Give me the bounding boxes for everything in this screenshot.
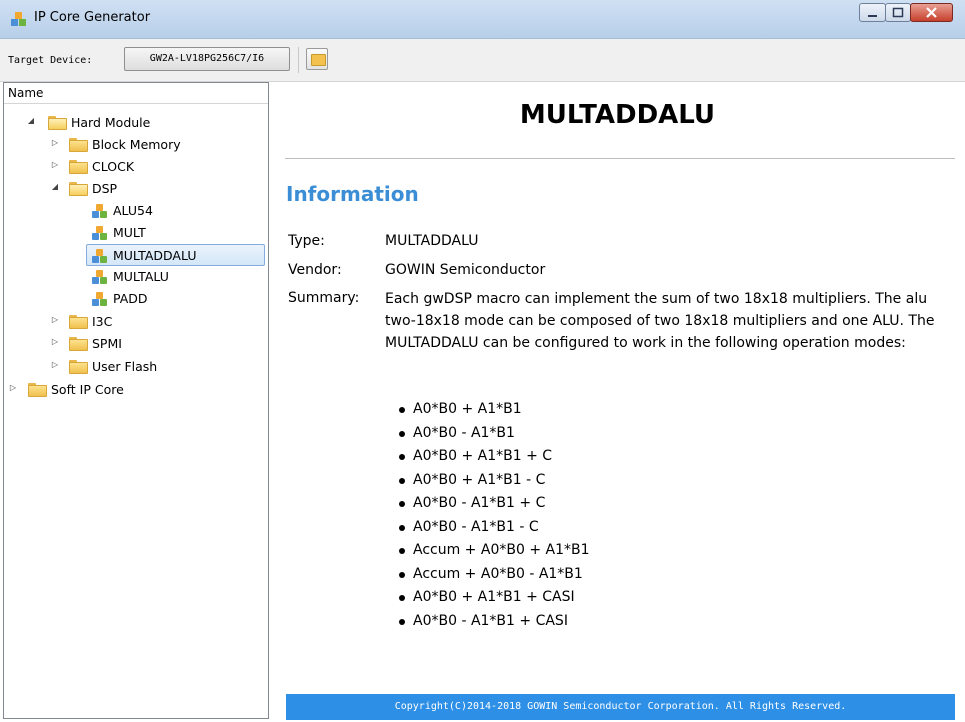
summary-label: Summary: [288, 290, 360, 306]
list-item: A0*B0 + A1*B1 + C [397, 445, 590, 469]
app-icon [11, 12, 26, 26]
list-item: A0*B0 - A1*B1 + C [397, 492, 590, 516]
folder-icon [69, 315, 88, 329]
tree-item-soft-ip-core[interactable]: ▷ Soft IP Core [4, 379, 268, 401]
ip-core-icon [92, 249, 108, 264]
folder-open-icon [69, 182, 88, 196]
type-label: Type: [288, 233, 325, 249]
list-item: A0*B0 - A1*B1 [397, 422, 590, 446]
tree-item-label: PADD [113, 291, 148, 306]
close-icon [926, 7, 937, 18]
tree-item-clock[interactable]: ▷ CLOCK [4, 156, 268, 178]
maximize-button[interactable] [885, 3, 911, 22]
list-item: A0*B0 + A1*B1 + CASI [397, 586, 590, 610]
collapsed-arrow-icon[interactable]: ▷ [8, 383, 18, 392]
copyright-footer: Copyright(C)2014-2018 GOWIN Semiconducto… [286, 694, 955, 720]
tree-item-spmi[interactable]: ▷ SPMI [4, 333, 268, 355]
minimize-icon [868, 15, 877, 17]
tree-item-label: DSP [92, 181, 118, 196]
target-device-label: Target Device: [8, 55, 93, 66]
minimize-button[interactable] [859, 3, 886, 22]
tree-item-hard-module[interactable]: ◢ Hard Module [4, 112, 268, 134]
tree-item-dsp[interactable]: ◢ DSP [4, 178, 268, 200]
open-folder-button[interactable] [306, 48, 328, 70]
folder-icon [69, 138, 88, 152]
tree-item-label: User Flash [92, 359, 158, 374]
target-device-button[interactable]: GW2A-LV18PG256C7/I6 [124, 47, 290, 71]
vendor-label: Vendor: [288, 262, 342, 278]
tree-header-label: Name [8, 86, 44, 100]
tree-item-multaddalu[interactable]: MULTADDALU [86, 244, 265, 266]
tree-item-mult[interactable]: MULT [4, 222, 268, 244]
folder-icon [28, 383, 47, 397]
collapsed-arrow-icon[interactable]: ▷ [50, 138, 60, 147]
window-title: IP Core Generator [34, 10, 151, 25]
tree-item-label: SPMI [92, 336, 122, 351]
summary-text: Each gwDSP macro can implement the sum o… [385, 291, 935, 351]
type-value: MULTADDALU [385, 233, 479, 249]
folder-icon [69, 160, 88, 174]
collapsed-arrow-icon[interactable]: ▷ [50, 315, 60, 324]
collapsed-arrow-icon[interactable]: ▷ [50, 160, 60, 169]
tree-item-alu54[interactable]: ALU54 [4, 200, 268, 222]
operation-modes-list: A0*B0 + A1*B1 A0*B0 - A1*B1 A0*B0 + A1*B… [397, 398, 590, 633]
folder-open-icon [48, 116, 67, 130]
tree-item-label: MULTALU [113, 269, 169, 284]
tree-item-i3c[interactable]: ▷ I3C [4, 311, 268, 333]
list-item: Accum + A0*B0 - A1*B1 [397, 563, 590, 587]
tree-item-label: MULTADDALU [113, 248, 197, 263]
list-item: A0*B0 - A1*B1 + CASI [397, 610, 590, 634]
tree-column-header[interactable]: Name [4, 83, 268, 104]
tree-item-label: Hard Module [71, 115, 151, 130]
tree-item-label: I3C [92, 314, 113, 329]
folder-icon [69, 360, 88, 374]
info-heading: Information [286, 182, 419, 206]
tree-item-padd[interactable]: PADD [4, 288, 268, 310]
divider [285, 158, 955, 159]
ip-core-icon [92, 226, 108, 241]
folder-icon [311, 54, 326, 66]
list-item: A0*B0 + A1*B1 [397, 398, 590, 422]
vendor-value: GOWIN Semiconductor [385, 262, 546, 278]
tree-item-block-memory[interactable]: ▷ Block Memory [4, 134, 268, 156]
tree-item-label: Soft IP Core [51, 382, 124, 397]
maximize-icon [892, 7, 904, 18]
expanded-arrow-icon[interactable]: ◢ [50, 182, 60, 191]
toolbar-separator [298, 47, 299, 73]
tree-item-multalu[interactable]: MULTALU [4, 266, 268, 288]
collapsed-arrow-icon[interactable]: ▷ [50, 337, 60, 346]
ip-tree-panel: Name ◢ Hard Module ▷ Block Memory ▷ CLOC… [3, 82, 269, 719]
list-item: A0*B0 - A1*B1 - C [397, 516, 590, 540]
ip-core-icon [92, 270, 108, 285]
ip-info-panel: MULTADDALU Information Type: MULTADDALU … [270, 82, 965, 722]
page-title: MULTADDALU [519, 100, 716, 130]
tree-item-label: CLOCK [92, 159, 135, 174]
window-titlebar: IP Core Generator [0, 0, 965, 39]
tree-item-user-flash[interactable]: ▷ User Flash [4, 356, 268, 378]
list-item: Accum + A0*B0 + A1*B1 [397, 539, 590, 563]
folder-icon [69, 337, 88, 351]
close-button[interactable] [910, 3, 953, 22]
tree-item-label: ALU54 [113, 203, 153, 218]
tree-item-label: MULT [113, 225, 146, 240]
collapsed-arrow-icon[interactable]: ▷ [50, 360, 60, 369]
expanded-arrow-icon[interactable]: ◢ [26, 116, 36, 125]
toolbar: Target Device: GW2A-LV18PG256C7/I6 [0, 39, 965, 82]
ip-core-icon [92, 292, 108, 307]
list-item: A0*B0 + A1*B1 - C [397, 469, 590, 493]
ip-core-icon [92, 204, 108, 219]
tree-item-label: Block Memory [92, 137, 181, 152]
